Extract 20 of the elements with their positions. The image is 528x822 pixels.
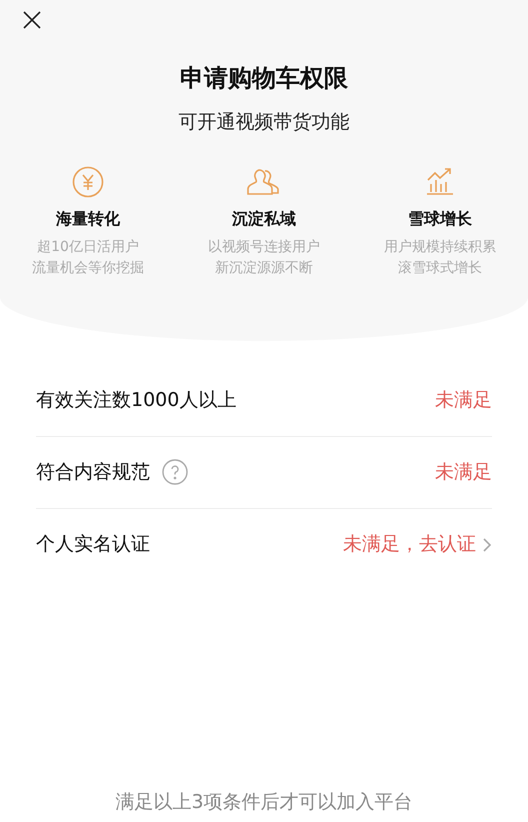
verify-link[interactable]: 未满足，去认证 bbox=[343, 530, 492, 559]
chevron-right-icon bbox=[482, 536, 492, 552]
requirement-status: 未满足 bbox=[435, 388, 492, 413]
page-title: 申请购物车权限 bbox=[180, 63, 348, 94]
feature-title: 雪球增长 bbox=[408, 208, 472, 230]
close-icon[interactable] bbox=[22, 10, 42, 30]
feature-title: 沉淀私域 bbox=[232, 208, 296, 230]
feature-title: 海量转化 bbox=[56, 208, 120, 230]
requirement-label: 个人实名认证 bbox=[36, 532, 150, 558]
requirement-label: 有效关注数1000人以上 bbox=[36, 388, 236, 413]
requirement-status: 未满足 bbox=[435, 460, 492, 485]
requirement-label: 符合内容规范 bbox=[36, 460, 150, 485]
footer-note: 满足以上3项条件后才可以加入平台 bbox=[114, 790, 414, 814]
feature-description: 以视频号连接用户 新沉淀源源不断 bbox=[208, 238, 320, 278]
page-subtitle: 可开通视频带货功能 bbox=[178, 110, 350, 135]
yuan-coin-icon bbox=[72, 166, 104, 198]
feature-description: 超10亿日活用户 流量机会等你挖掘 bbox=[32, 238, 144, 278]
growth-chart-icon bbox=[424, 168, 456, 196]
users-icon bbox=[246, 166, 282, 196]
feature-description: 用户规模持续积累 滚雪球式增长 bbox=[384, 238, 496, 278]
